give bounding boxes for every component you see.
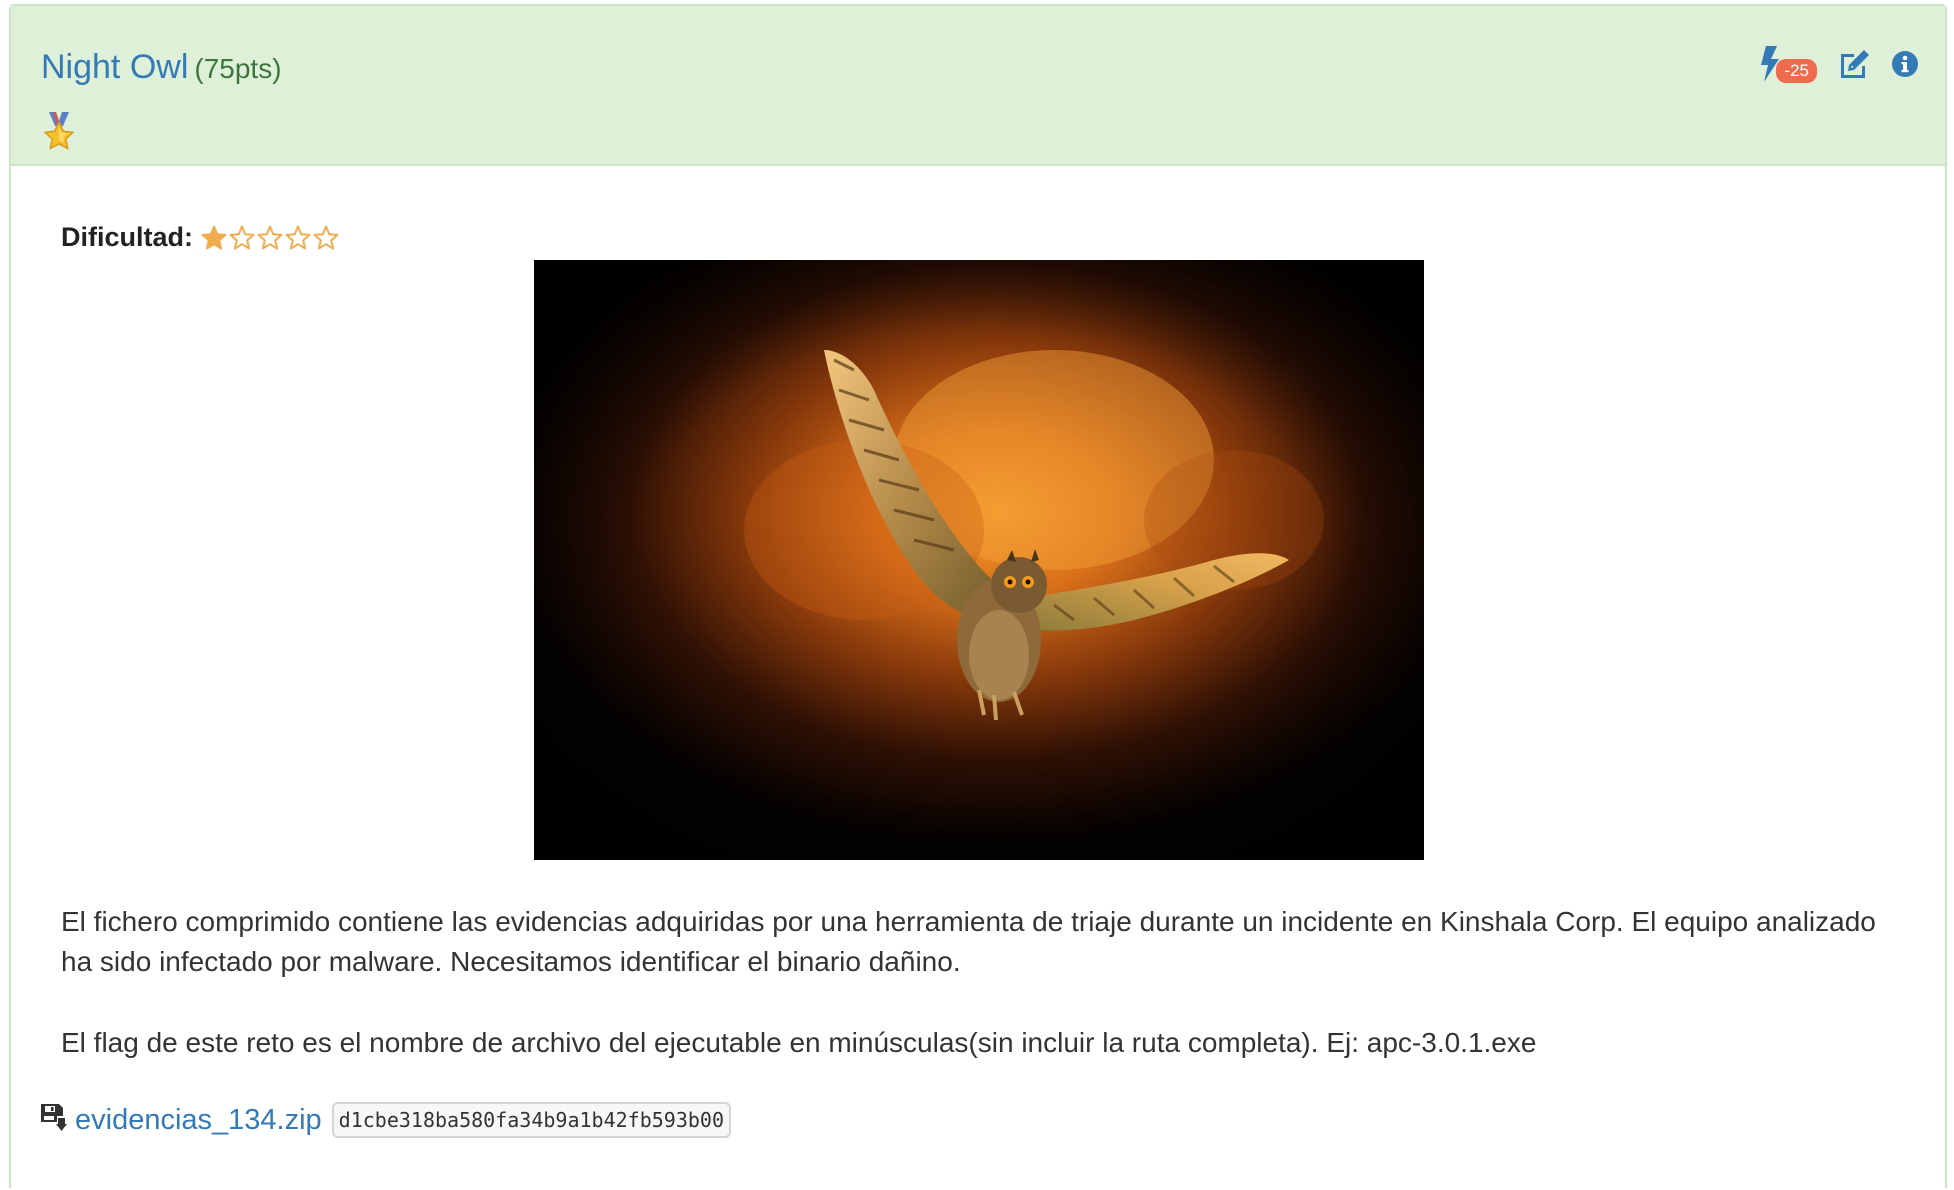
info-circle-icon xyxy=(1891,50,1919,83)
challenge-title-link[interactable]: Night Owl xyxy=(41,48,188,86)
first-blood-indicator[interactable]: -25 xyxy=(1760,46,1817,87)
attachment-row: evidencias_134.zip d1cbe318ba580fa34b9a1… xyxy=(41,1102,731,1138)
star-empty-icon xyxy=(285,225,311,249)
description-paragraph-1: El fichero comprimido contiene las evide… xyxy=(61,906,1876,977)
edit-button[interactable] xyxy=(1837,48,1871,85)
challenge-card: Night Owl (75pts) -25 Dificultad: El fic… xyxy=(9,4,1947,1188)
star-filled-icon xyxy=(201,225,227,249)
difficulty-rating: Dificultad: xyxy=(61,222,339,253)
difficulty-label: Dificultad: xyxy=(61,222,193,252)
difficulty-stars xyxy=(201,225,339,251)
edit-icon xyxy=(1837,48,1871,85)
description-paragraph-2: El flag de este reto es el nombre de arc… xyxy=(61,1027,1537,1058)
download-file-icon xyxy=(41,1103,67,1137)
star-empty-icon xyxy=(257,225,283,249)
star-empty-icon xyxy=(229,225,255,249)
medal-star-icon xyxy=(41,112,77,152)
info-button[interactable] xyxy=(1891,50,1919,83)
attachment-download-link[interactable]: evidencias_134.zip xyxy=(75,1104,322,1137)
header-actions: -25 xyxy=(1760,46,1919,87)
challenge-points: (75pts) xyxy=(194,53,282,84)
star-empty-icon xyxy=(313,225,339,249)
bolt-badge: -25 xyxy=(1776,58,1817,83)
challenge-body: Dificultad: El fichero comprimido contie… xyxy=(11,166,1945,1190)
file-hash: d1cbe318ba580fa34b9a1b42fb593b00 xyxy=(331,1102,731,1138)
owl-image xyxy=(534,260,1424,860)
challenge-header: Night Owl (75pts) -25 xyxy=(11,6,1945,166)
title-row: Night Owl (75pts) xyxy=(41,48,282,87)
